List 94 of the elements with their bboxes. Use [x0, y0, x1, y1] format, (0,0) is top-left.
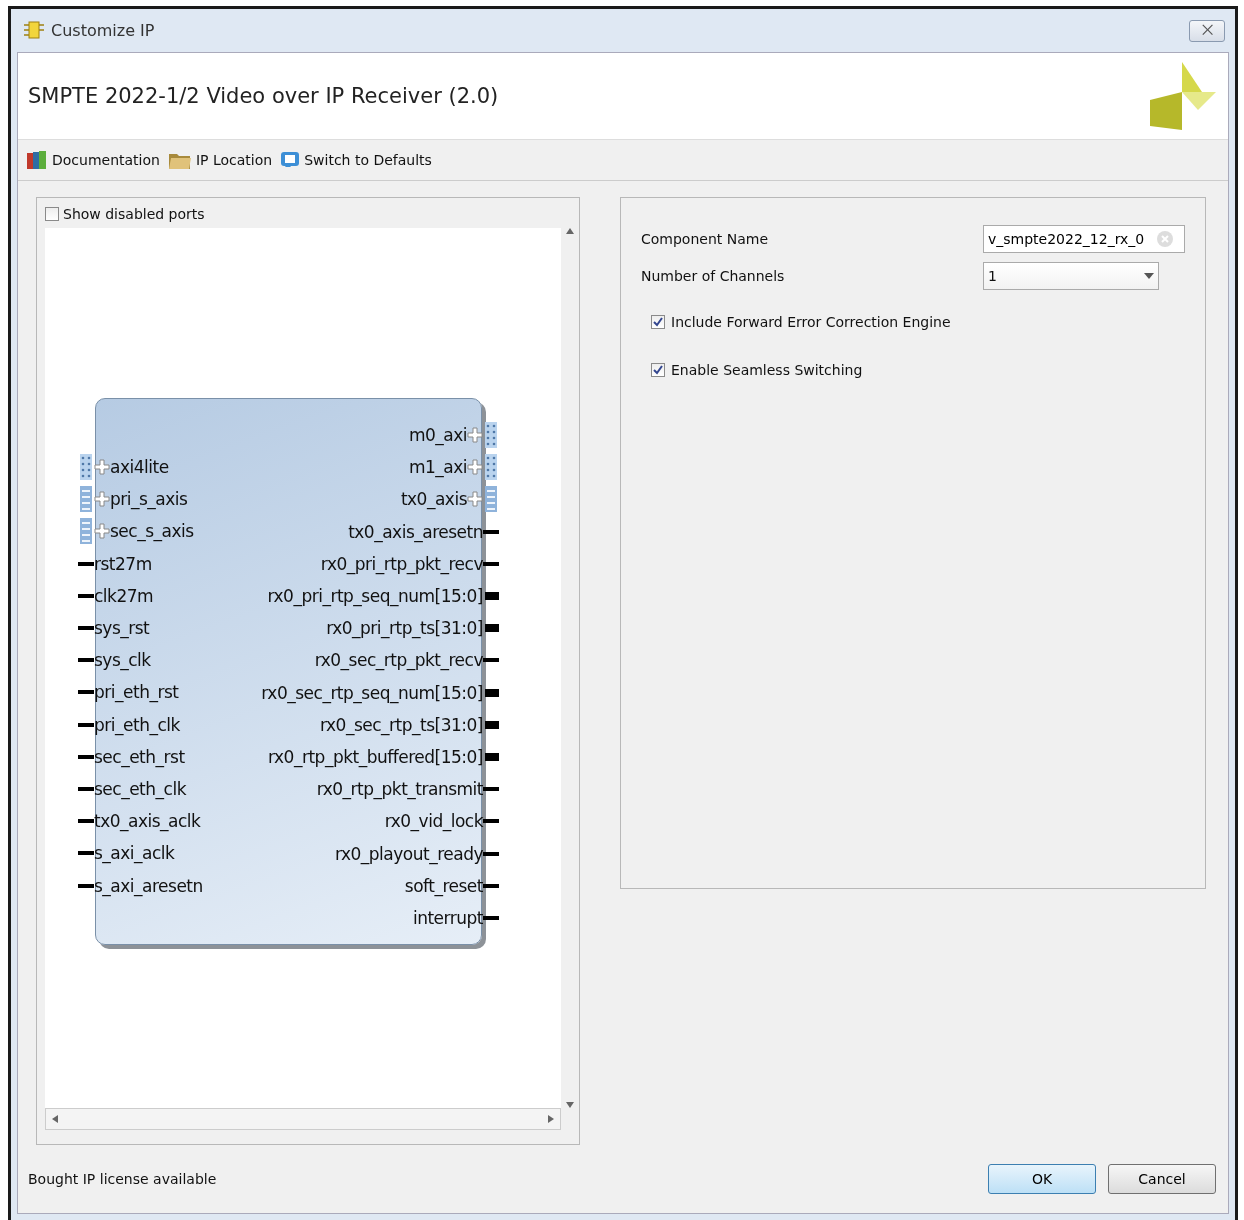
- pin-icon: [78, 626, 94, 631]
- port-label: s_axi_aresetn: [94, 875, 203, 896]
- plus-icon[interactable]: [94, 459, 110, 476]
- checkbox-label: Show disabled ports: [63, 206, 205, 222]
- plus-icon[interactable]: [467, 459, 483, 476]
- port-label: s_axi_aclk: [94, 843, 175, 864]
- pin-icon: [485, 688, 499, 697]
- plus-icon[interactable]: [94, 491, 110, 508]
- pin-icon: [78, 819, 94, 824]
- port-label: rst27m: [94, 553, 152, 574]
- pin-icon: [78, 786, 94, 791]
- port-label: rx0_sec_rtp_seq_num[15:0]: [261, 682, 483, 703]
- refresh-icon: [280, 150, 301, 170]
- bus-connector-icon: [483, 453, 499, 482]
- pin-icon: [483, 851, 499, 856]
- checkbox[interactable]: [651, 363, 665, 377]
- pin-icon: [485, 592, 499, 601]
- component-name-field[interactable]: v_smpte2022_12_rx_0: [983, 224, 1185, 253]
- port-label: rx0_pri_rtp_ts[31:0]: [326, 618, 483, 639]
- scroll-down-icon[interactable]: [566, 1102, 574, 1108]
- bus-connector-icon: [483, 485, 499, 514]
- scroll-left-icon[interactable]: [52, 1115, 58, 1123]
- pin-icon: [78, 883, 94, 888]
- pin-icon: [483, 561, 499, 566]
- port-label: sec_eth_clk: [94, 778, 186, 799]
- chip-icon: [23, 19, 45, 42]
- port-label: m0_axi: [408, 425, 467, 446]
- pin-icon: [78, 593, 94, 598]
- port-label: sec_eth_rst: [94, 746, 185, 767]
- pin-icon: [78, 851, 94, 856]
- toolbar-button[interactable]: IP Location: [167, 150, 273, 170]
- channels-dropdown[interactable]: 1: [983, 261, 1159, 290]
- pin-icon: [483, 915, 499, 920]
- field-label: Component Name: [641, 230, 769, 247]
- toolbar-button[interactable]: Switch to Defaults: [280, 150, 432, 170]
- pin-icon: [78, 561, 94, 566]
- port-label: sec_s_axis: [110, 521, 194, 542]
- port-label: rx0_pri_rtp_seq_num[15:0]: [267, 586, 483, 607]
- port-label: rx0_pri_rtp_pkt_recv: [320, 553, 483, 574]
- window-title: Customize IP: [51, 21, 155, 40]
- pin-icon: [483, 787, 499, 792]
- port-label: clk27m: [94, 585, 154, 606]
- pin-icon: [485, 624, 499, 633]
- port-label: sys_clk: [94, 650, 151, 671]
- pin-icon: [78, 690, 94, 695]
- port-label: soft_reset: [404, 875, 483, 896]
- bus-connector-icon: [78, 517, 94, 546]
- ip-title: SMPTE 2022-1/2 Video over IP Receiver (2.0): [28, 84, 499, 108]
- port-label: rx0_vid_lock: [384, 811, 483, 832]
- port-label: m1_axi: [408, 457, 467, 478]
- plus-icon[interactable]: [94, 523, 110, 540]
- port-label: rx0_sec_rtp_pkt_recv: [314, 650, 483, 671]
- dialog-button[interactable]: OK: [988, 1164, 1096, 1194]
- port-label: tx0_axis: [400, 489, 467, 510]
- caret-icon[interactable]: [1144, 272, 1154, 279]
- port-label: rx0_sec_rtp_ts[31:0]: [320, 714, 483, 735]
- pin-icon: [485, 720, 499, 729]
- port-label: rx0_playout_ready: [334, 843, 483, 864]
- plus-icon[interactable]: [467, 491, 483, 508]
- pin-icon: [483, 883, 499, 888]
- port-label: tx0_axis_aclk: [94, 811, 201, 832]
- checkbox-label: Enable Seamless Switching: [671, 362, 863, 378]
- status-text: Bought IP license available: [28, 1171, 217, 1187]
- pin-icon: [485, 752, 499, 761]
- port-label: rx0_rtp_pkt_buffered[15:0]: [268, 746, 483, 767]
- pin-icon: [483, 658, 499, 663]
- books-icon: [26, 150, 48, 170]
- pin-icon: [78, 722, 94, 727]
- dialog-button[interactable]: Cancel: [1108, 1164, 1216, 1194]
- port-label: interrupt: [412, 907, 483, 928]
- checkbox[interactable]: [651, 315, 665, 329]
- pin-icon: [78, 658, 94, 663]
- checkbox[interactable]: [45, 207, 59, 221]
- bus-connector-icon: [78, 453, 94, 482]
- scroll-right-icon[interactable]: [548, 1115, 554, 1123]
- port-label: pri_eth_clk: [94, 714, 180, 735]
- pin-icon: [483, 529, 499, 534]
- port-label: tx0_axis_aresetn: [348, 521, 483, 542]
- bus-connector-icon: [483, 421, 499, 450]
- port-label: rx0_rtp_pkt_transmit: [316, 779, 483, 800]
- pin-icon: [483, 819, 499, 824]
- bus-connector-icon: [78, 485, 94, 514]
- close-button[interactable]: ⨉: [1189, 19, 1225, 42]
- port-label: pri_eth_rst: [94, 682, 179, 703]
- pin-icon: [78, 754, 94, 759]
- plus-icon[interactable]: [467, 427, 483, 444]
- checkbox-label: Include Forward Error Correction Engine: [671, 314, 951, 330]
- port-label: sys_rst: [94, 618, 150, 639]
- port-label: axi4lite: [110, 457, 169, 478]
- port-label: pri_s_axis: [110, 489, 188, 510]
- field-label: Number of Channels: [641, 267, 785, 284]
- scroll-up-icon[interactable]: [566, 228, 574, 234]
- logo-icon: [1148, 60, 1218, 132]
- toolbar-button[interactable]: Documentation: [26, 150, 160, 170]
